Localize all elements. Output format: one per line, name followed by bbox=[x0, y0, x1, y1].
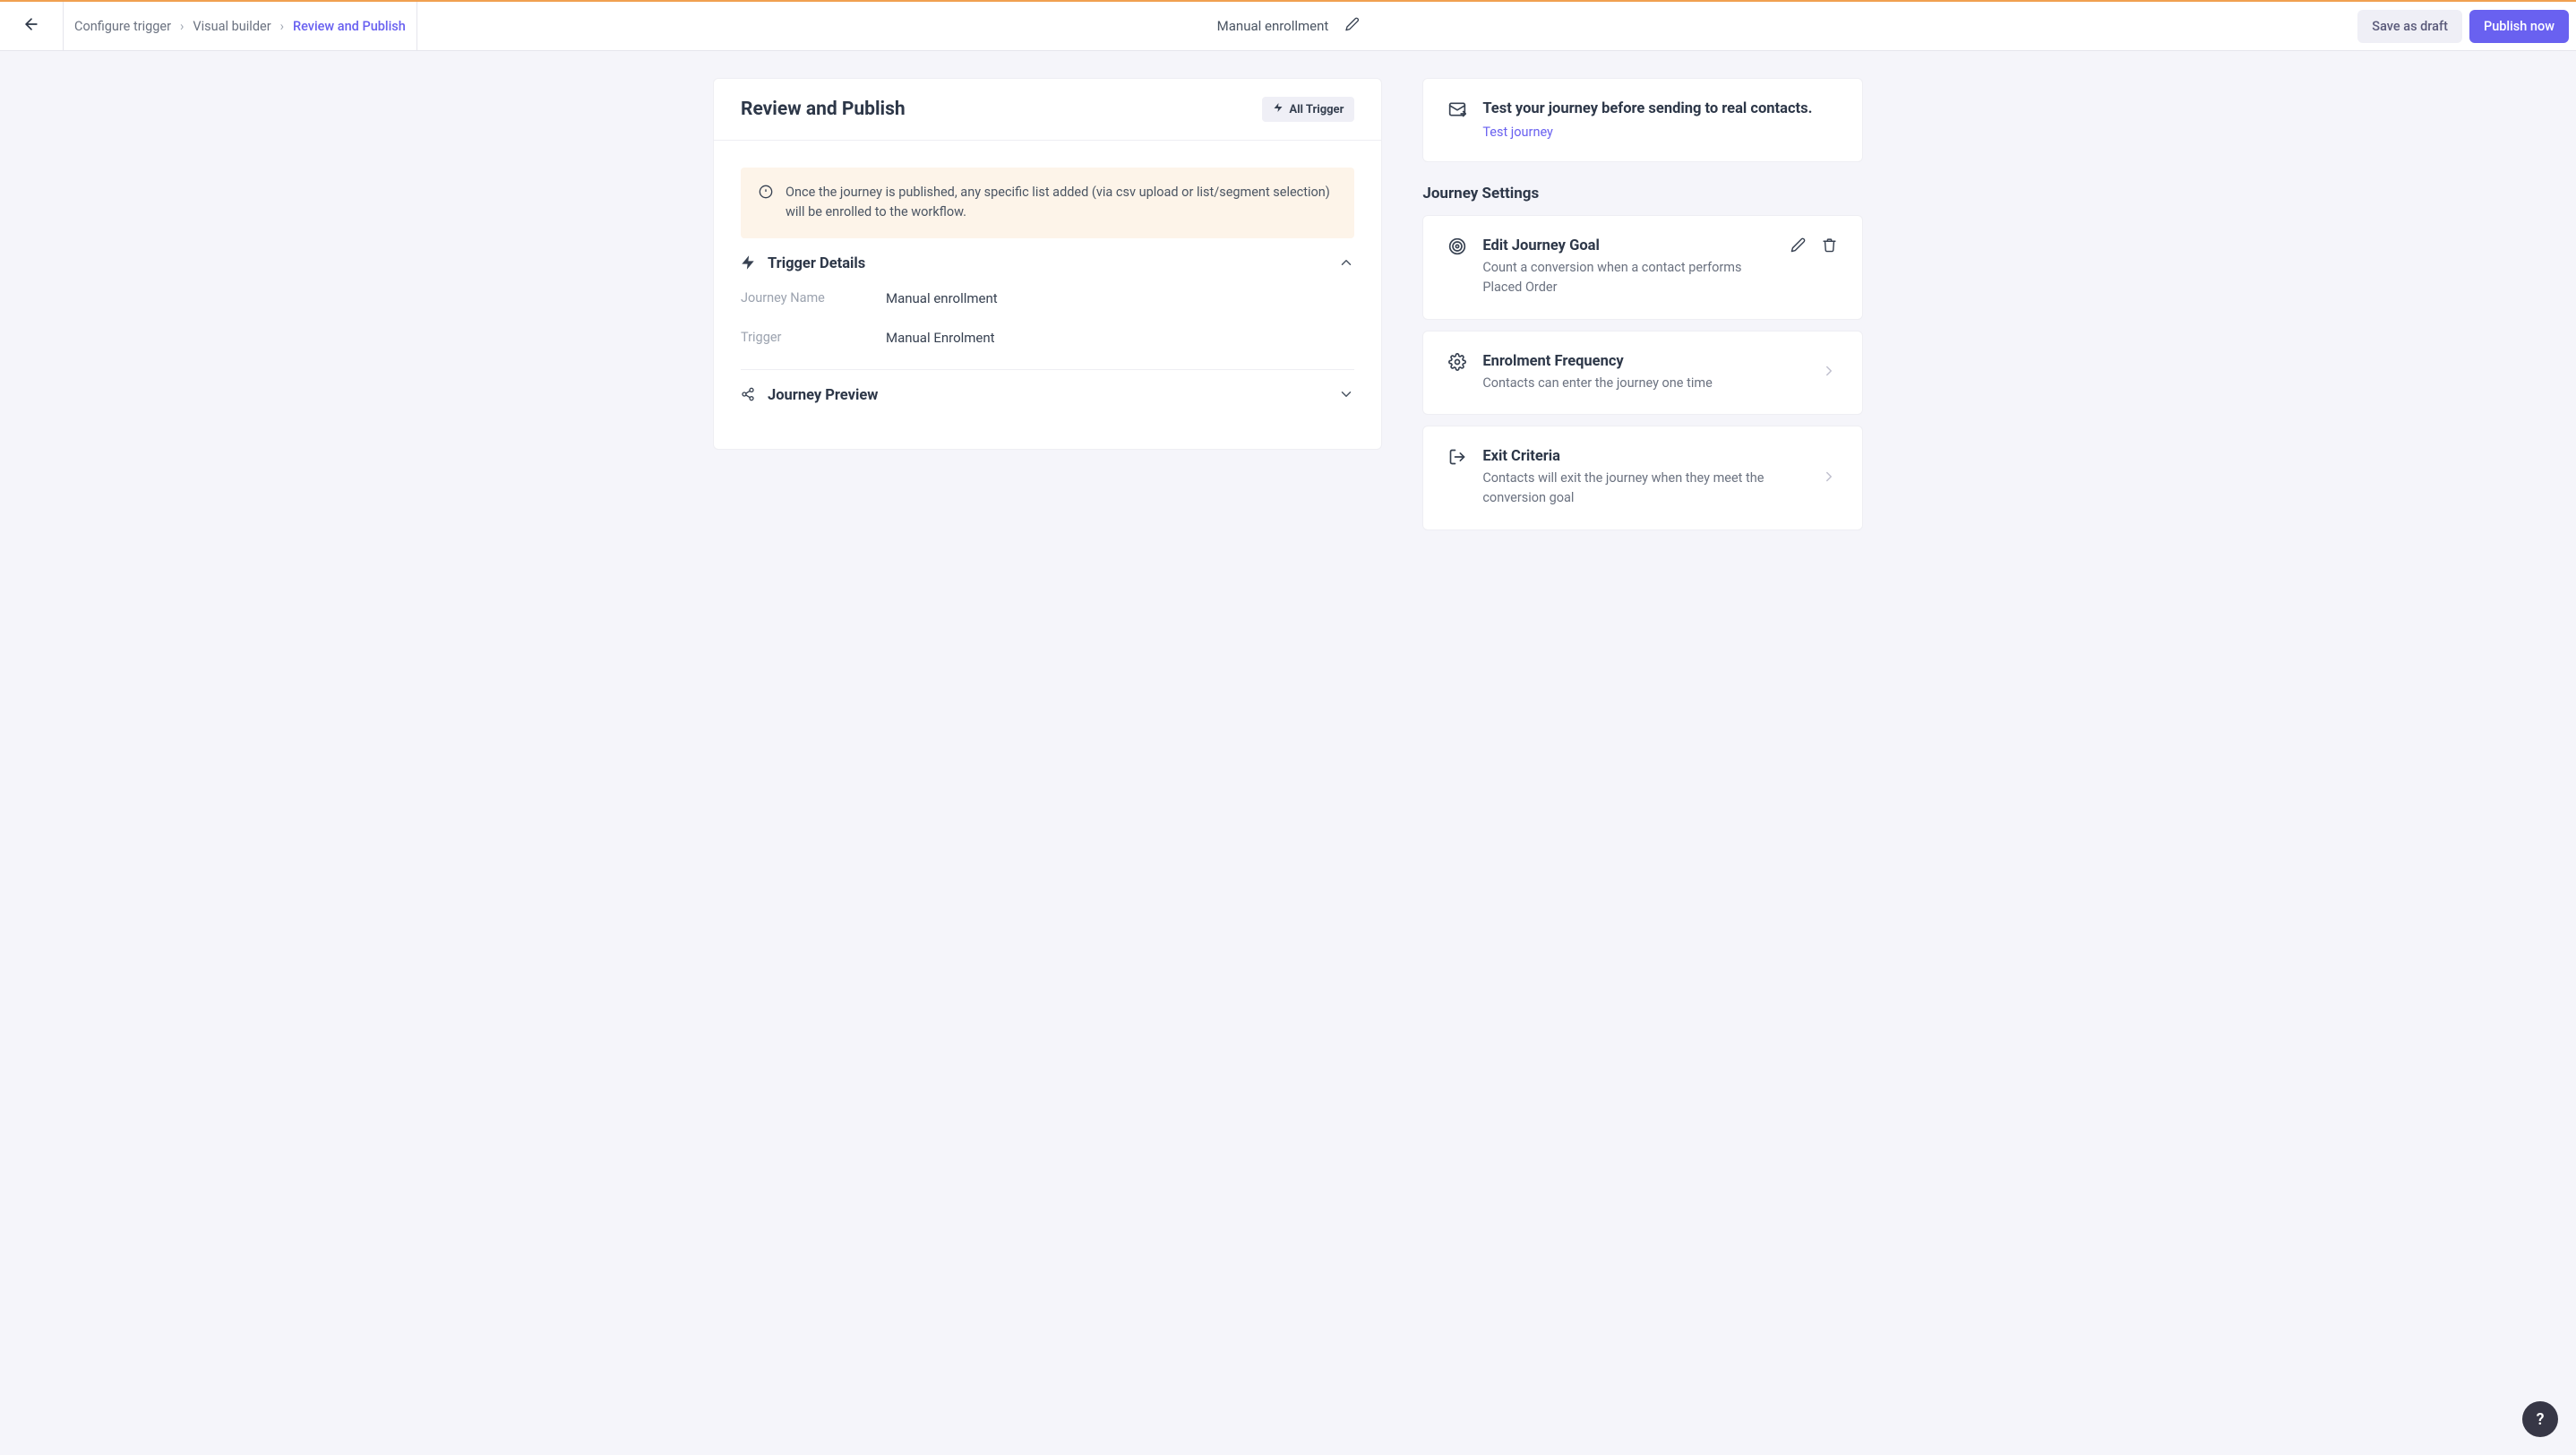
arrow-left-icon bbox=[22, 20, 40, 37]
banner-text: Once the journey is published, any speci… bbox=[786, 183, 1336, 223]
enrolment-freq-title: Enrolment Frequency bbox=[1482, 353, 1805, 370]
chevron-down-icon bbox=[1338, 386, 1354, 406]
info-banner: Once the journey is published, any speci… bbox=[741, 168, 1354, 238]
breadcrumb-item-configure[interactable]: Configure trigger bbox=[74, 19, 171, 34]
all-trigger-label: All Trigger bbox=[1289, 103, 1344, 116]
edit-title-button[interactable] bbox=[1344, 17, 1359, 35]
review-card: Review and Publish All Trigger Once the … bbox=[713, 78, 1382, 450]
exit-criteria-content: Exit Criteria Contacts will exit the jou… bbox=[1482, 448, 1805, 508]
mail-send-icon bbox=[1448, 100, 1466, 140]
edit-goal-title: Edit Journey Goal bbox=[1482, 237, 1774, 254]
chevron-right-icon bbox=[1821, 363, 1837, 383]
help-button[interactable]: ? bbox=[2522, 1401, 2558, 1437]
publish-now-button[interactable]: Publish now bbox=[2469, 10, 2569, 43]
edit-goal-content: Edit Journey Goal Count a conversion whe… bbox=[1482, 237, 1774, 297]
edit-goal-sub: Count a conversion when a contact perfor… bbox=[1482, 258, 1774, 297]
trigger-label: Trigger bbox=[741, 330, 886, 346]
pencil-icon bbox=[1790, 239, 1806, 256]
back-button-wrap bbox=[0, 2, 64, 50]
journey-name-label: Journey Name bbox=[741, 290, 886, 306]
chevron-right-icon bbox=[1821, 469, 1837, 488]
trigger-details-toggle[interactable]: Trigger Details bbox=[741, 254, 1354, 274]
exit-icon bbox=[1448, 448, 1466, 508]
trigger-details-title: Trigger Details bbox=[768, 255, 1326, 272]
journey-title: Manual enrollment bbox=[1217, 18, 1329, 34]
journey-preview-panel: Journey Preview bbox=[741, 369, 1354, 422]
exit-criteria-card[interactable]: Exit Criteria Contacts will exit the jou… bbox=[1422, 426, 1863, 530]
test-journey-link[interactable]: Test journey bbox=[1482, 125, 1553, 140]
review-card-header: Review and Publish All Trigger bbox=[714, 79, 1381, 141]
chevron-right-icon: › bbox=[180, 19, 184, 34]
enrolment-freq-card[interactable]: Enrolment Frequency Contacts can enter t… bbox=[1422, 331, 1863, 416]
edit-goal-button[interactable] bbox=[1790, 237, 1806, 256]
trigger-row: Trigger Manual Enrolment bbox=[741, 323, 1354, 353]
chevron-right-icon: › bbox=[280, 19, 284, 34]
review-heading: Review and Publish bbox=[741, 99, 906, 120]
exit-criteria-title: Exit Criteria bbox=[1482, 448, 1805, 465]
alert-circle-icon bbox=[759, 183, 773, 223]
enrolment-freq-content: Enrolment Frequency Contacts can enter t… bbox=[1482, 353, 1805, 393]
edit-goal-card: Edit Journey Goal Count a conversion whe… bbox=[1422, 215, 1863, 320]
save-draft-button[interactable]: Save as draft bbox=[2357, 10, 2462, 43]
trash-icon bbox=[1822, 239, 1837, 256]
journey-name-row: Journey Name Manual enrollment bbox=[741, 283, 1354, 314]
breadcrumb: Configure trigger › Visual builder › Rev… bbox=[64, 2, 417, 50]
journey-preview-title: Journey Preview bbox=[768, 387, 1326, 404]
gear-icon bbox=[1448, 353, 1466, 393]
chevron-up-icon bbox=[1338, 254, 1354, 274]
page-title-block: Manual enrollment bbox=[1217, 17, 1360, 35]
main-content: Review and Publish All Trigger Once the … bbox=[640, 51, 1936, 557]
breadcrumb-item-visual-builder[interactable]: Visual builder bbox=[193, 19, 270, 34]
bolt-icon bbox=[1273, 102, 1284, 116]
all-trigger-button[interactable]: All Trigger bbox=[1262, 97, 1354, 122]
topbar: Configure trigger › Visual builder › Rev… bbox=[0, 0, 2576, 51]
test-journey-content: Test your journey before sending to real… bbox=[1482, 100, 1837, 140]
trigger-value: Manual Enrolment bbox=[886, 330, 995, 346]
target-icon bbox=[1448, 237, 1466, 297]
journey-preview-toggle[interactable]: Journey Preview bbox=[741, 386, 1354, 406]
left-column: Review and Publish All Trigger Once the … bbox=[713, 78, 1382, 450]
back-button[interactable] bbox=[22, 15, 40, 37]
pencil-icon bbox=[1344, 19, 1359, 35]
test-journey-title: Test your journey before sending to real… bbox=[1482, 100, 1837, 117]
trigger-details-panel: Trigger Details Journey Name Manual enro… bbox=[741, 238, 1354, 369]
goal-actions bbox=[1790, 237, 1837, 256]
test-journey-card: Test your journey before sending to real… bbox=[1422, 78, 1863, 162]
bolt-icon bbox=[741, 255, 755, 273]
review-card-body: Once the journey is published, any speci… bbox=[714, 141, 1381, 449]
journey-settings-heading: Journey Settings bbox=[1422, 185, 1863, 202]
breadcrumb-item-review[interactable]: Review and Publish bbox=[293, 19, 406, 34]
enrolment-freq-sub: Contacts can enter the journey one time bbox=[1482, 374, 1805, 393]
share-nodes-icon bbox=[741, 387, 755, 405]
exit-criteria-sub: Contacts will exit the journey when they… bbox=[1482, 469, 1805, 508]
top-actions: Save as draft Publish now bbox=[2357, 10, 2576, 43]
delete-goal-button[interactable] bbox=[1822, 237, 1837, 256]
journey-name-value: Manual enrollment bbox=[886, 290, 998, 306]
right-column: Test your journey before sending to real… bbox=[1422, 78, 1863, 530]
